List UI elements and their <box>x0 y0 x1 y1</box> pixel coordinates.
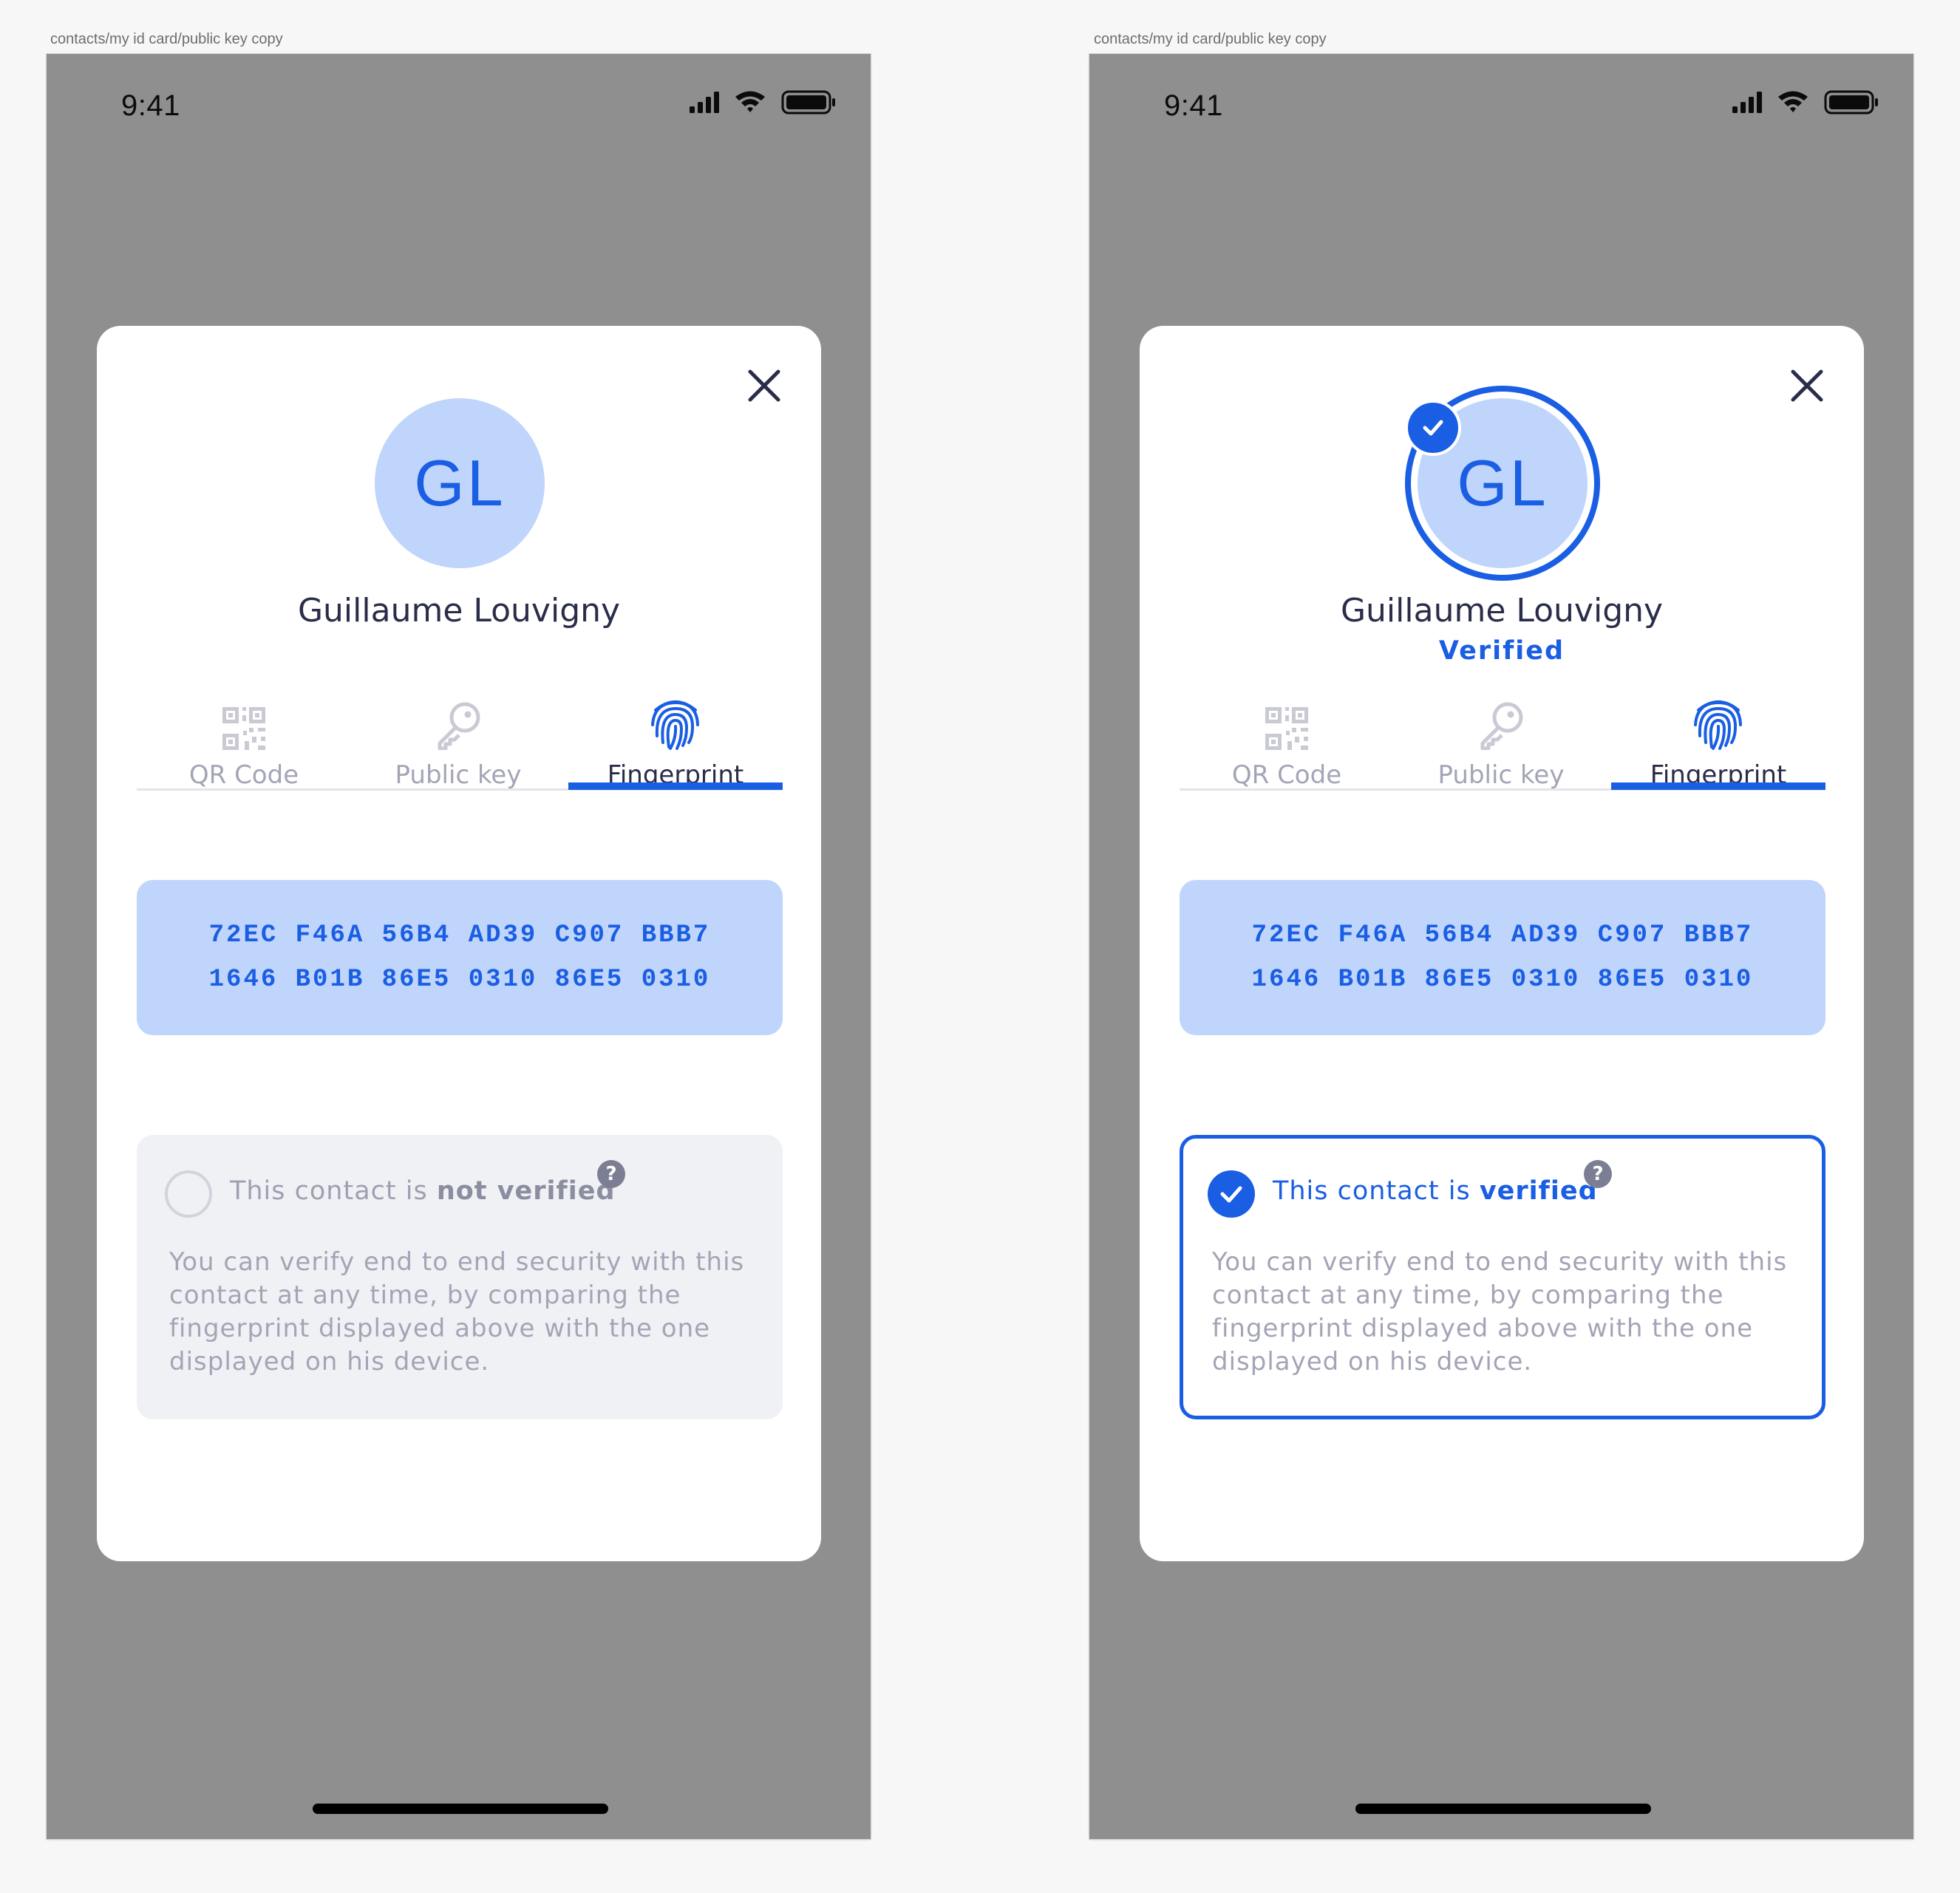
key-icon <box>1480 702 1523 750</box>
contact-id-modal: GL Guillaume Louvigny QR Code Public key… <box>97 326 821 1561</box>
signal-icon <box>690 92 719 113</box>
active-tab-indicator <box>568 782 783 790</box>
help-icon[interactable]: ? <box>597 1160 625 1188</box>
fingerprint-line: 72EC F46A 56B4 AD39 C907 BBB7 <box>1251 921 1754 949</box>
close-icon[interactable] <box>1790 369 1824 403</box>
phone-screen-not-verified: 9:41 GL Guillaume Louvigny QR Code Publi… <box>47 54 871 1839</box>
tab-public-key[interactable]: Public key <box>351 695 565 791</box>
qr-code-icon <box>1265 707 1308 750</box>
check-icon <box>1423 420 1443 436</box>
active-tab-indicator <box>1611 782 1825 790</box>
qr-code-icon <box>222 707 265 750</box>
fingerprint-display: 72EC F46A 56B4 AD39 C907 BBB7 1646 B01B … <box>1180 880 1825 1035</box>
tab-bar: QR Code Public key Fingerprint <box>137 695 783 791</box>
avatar: GL <box>375 398 545 568</box>
status-bar-time: 9:41 <box>1164 89 1223 122</box>
tab-public-key[interactable]: Public key <box>1394 695 1608 791</box>
fingerprint-icon <box>1694 700 1742 750</box>
contact-name: Guillaume Louvigny <box>1340 592 1664 630</box>
fingerprint-line: 1646 B01B 86E5 0310 86E5 0310 <box>1251 966 1754 994</box>
avatar-initials: GL <box>414 446 506 519</box>
artboard-label: contacts/my id card/public key copy <box>50 31 283 47</box>
check-icon <box>1220 1186 1242 1203</box>
phone-screen-verified: 9:41 GL Guillaume Louvigny Verified QR C… <box>1089 54 1913 1839</box>
home-indicator[interactable] <box>1355 1804 1651 1814</box>
tab-label: QR Code <box>1231 760 1342 790</box>
status-bar-icons <box>690 90 835 115</box>
fingerprint-icon <box>651 700 699 750</box>
tab-fingerprint[interactable]: Fingerprint <box>568 695 783 791</box>
fingerprint-display: 72EC F46A 56B4 AD39 C907 BBB7 1646 B01B … <box>137 880 783 1035</box>
verification-status: This contact is not verified <box>230 1176 616 1206</box>
fingerprint-line: 72EC F46A 56B4 AD39 C907 BBB7 <box>208 921 711 949</box>
help-icon[interactable]: ? <box>1584 1160 1612 1188</box>
verification-description: You can verify end to end security with … <box>1212 1247 1788 1377</box>
tab-label: Public key <box>1437 760 1565 790</box>
close-icon[interactable] <box>747 369 781 403</box>
verify-toggle[interactable] <box>1208 1170 1255 1218</box>
tab-qr-code[interactable]: QR Code <box>137 695 351 791</box>
contact-id-modal: GL Guillaume Louvigny Verified QR Code P… <box>1140 326 1864 1561</box>
verified-label: Verified <box>1438 636 1565 666</box>
wifi-icon <box>1778 91 1808 112</box>
status-bar-icons <box>1732 90 1878 115</box>
fingerprint-line: 1646 B01B 86E5 0310 86E5 0310 <box>208 966 711 994</box>
tab-label: QR Code <box>188 760 299 790</box>
verification-description: You can verify end to end security with … <box>169 1247 745 1377</box>
contact-name: Guillaume Louvigny <box>297 592 621 630</box>
battery-icon <box>1824 90 1878 115</box>
artboard-label: contacts/my id card/public key copy <box>1094 31 1327 47</box>
tab-label: Public key <box>395 760 522 790</box>
status-bar-time: 9:41 <box>121 89 180 122</box>
verification-status: This contact is verified <box>1273 1176 1598 1206</box>
tab-fingerprint[interactable]: Fingerprint <box>1611 695 1825 791</box>
signal-icon <box>1732 92 1762 113</box>
battery-icon <box>781 90 835 115</box>
wifi-icon <box>735 91 765 112</box>
key-icon <box>438 702 480 750</box>
verified-badge <box>1405 400 1461 456</box>
verification-panel: This contact is not verified ? You can v… <box>137 1135 783 1419</box>
verification-panel: This contact is verified ? You can verif… <box>1180 1135 1825 1419</box>
verify-toggle[interactable] <box>165 1170 212 1218</box>
avatar-initials: GL <box>1457 446 1548 519</box>
tab-qr-code[interactable]: QR Code <box>1180 695 1394 791</box>
tab-bar: QR Code Public key Fingerprint <box>1180 695 1825 791</box>
home-indicator[interactable] <box>313 1804 608 1814</box>
